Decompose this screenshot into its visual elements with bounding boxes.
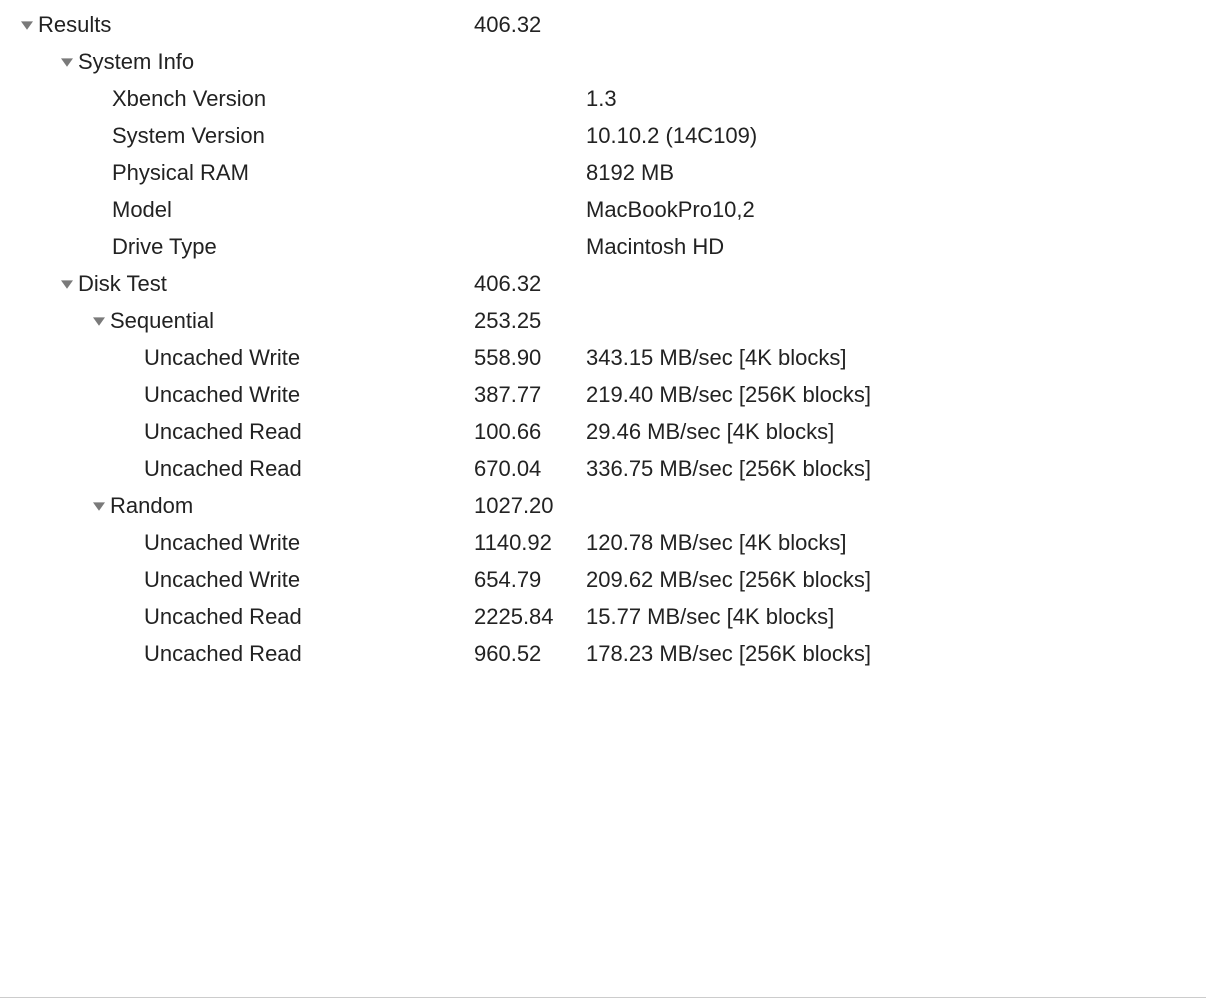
test-score: 1140.92: [474, 530, 552, 556]
results-row[interactable]: Results 406.32: [12, 6, 1194, 43]
item-label: Model: [12, 197, 172, 223]
disclosure-triangle-icon[interactable]: [90, 500, 108, 512]
test-detail: 120.78 MB/sec [4K blocks]: [586, 530, 846, 556]
test-label: Uncached Write: [12, 382, 300, 408]
test-score: 2225.84: [474, 604, 554, 630]
test-detail: 29.46 MB/sec [4K blocks]: [586, 419, 834, 445]
system-info-item: Drive Type Macintosh HD: [12, 228, 1194, 265]
test-detail: 219.40 MB/sec [256K blocks]: [586, 382, 871, 408]
test-result-row: Uncached Read 670.04 336.75 MB/sec [256K…: [12, 450, 1194, 487]
system-info-item: Physical RAM 8192 MB: [12, 154, 1194, 191]
system-info-item: Model MacBookPro10,2: [12, 191, 1194, 228]
test-result-row: Uncached Read 2225.84 15.77 MB/sec [4K b…: [12, 598, 1194, 635]
test-score: 100.66: [474, 419, 541, 445]
sequential-score: 253.25: [474, 308, 541, 334]
system-info-item: Xbench Version 1.3: [12, 80, 1194, 117]
sequential-label: Sequential: [108, 308, 214, 334]
test-detail: 336.75 MB/sec [256K blocks]: [586, 456, 871, 482]
test-label: Uncached Write: [12, 530, 300, 556]
random-label: Random: [108, 493, 193, 519]
disclosure-triangle-icon[interactable]: [58, 56, 76, 68]
test-result-row: Uncached Write 558.90 343.15 MB/sec [4K …: [12, 339, 1194, 376]
system-info-item: System Version 10.10.2 (14C109): [12, 117, 1194, 154]
item-value: 1.3: [586, 86, 617, 112]
item-label: Physical RAM: [12, 160, 249, 186]
test-label: Uncached Write: [12, 345, 300, 371]
test-score: 654.79: [474, 567, 541, 593]
disk-test-label: Disk Test: [76, 271, 167, 297]
test-label: Uncached Write: [12, 567, 300, 593]
test-detail: 209.62 MB/sec [256K blocks]: [586, 567, 871, 593]
test-result-row: Uncached Write 1140.92 120.78 MB/sec [4K…: [12, 524, 1194, 561]
disk-test-score: 406.32: [474, 271, 541, 297]
test-label: Uncached Read: [12, 641, 302, 667]
random-row[interactable]: Random 1027.20: [12, 487, 1194, 524]
item-value: 8192 MB: [586, 160, 674, 186]
item-label: System Version: [12, 123, 265, 149]
item-label: Drive Type: [12, 234, 217, 260]
disclosure-triangle-icon[interactable]: [90, 315, 108, 327]
sequential-row[interactable]: Sequential 253.25: [12, 302, 1194, 339]
test-result-row: Uncached Read 100.66 29.46 MB/sec [4K bl…: [12, 413, 1194, 450]
test-label: Uncached Read: [12, 604, 302, 630]
test-label: Uncached Read: [12, 419, 302, 445]
test-score: 670.04: [474, 456, 541, 482]
random-score: 1027.20: [474, 493, 554, 519]
test-result-row: Uncached Write 387.77 219.40 MB/sec [256…: [12, 376, 1194, 413]
test-detail: 15.77 MB/sec [4K blocks]: [586, 604, 834, 630]
test-score: 387.77: [474, 382, 541, 408]
test-score: 558.90: [474, 345, 541, 371]
results-score: 406.32: [474, 12, 541, 38]
item-value: 10.10.2 (14C109): [586, 123, 757, 149]
test-result-row: Uncached Write 654.79 209.62 MB/sec [256…: [12, 561, 1194, 598]
system-info-row[interactable]: System Info: [12, 43, 1194, 80]
test-score: 960.52: [474, 641, 541, 667]
item-label: Xbench Version: [12, 86, 266, 112]
test-label: Uncached Read: [12, 456, 302, 482]
results-label: Results: [36, 12, 111, 38]
disk-test-row[interactable]: Disk Test 406.32: [12, 265, 1194, 302]
item-value: Macintosh HD: [586, 234, 724, 260]
test-detail: 178.23 MB/sec [256K blocks]: [586, 641, 871, 667]
test-detail: 343.15 MB/sec [4K blocks]: [586, 345, 846, 371]
system-info-label: System Info: [76, 49, 194, 75]
disclosure-triangle-icon[interactable]: [58, 278, 76, 290]
test-result-row: Uncached Read 960.52 178.23 MB/sec [256K…: [12, 635, 1194, 672]
item-value: MacBookPro10,2: [586, 197, 755, 223]
disclosure-triangle-icon[interactable]: [18, 19, 36, 31]
